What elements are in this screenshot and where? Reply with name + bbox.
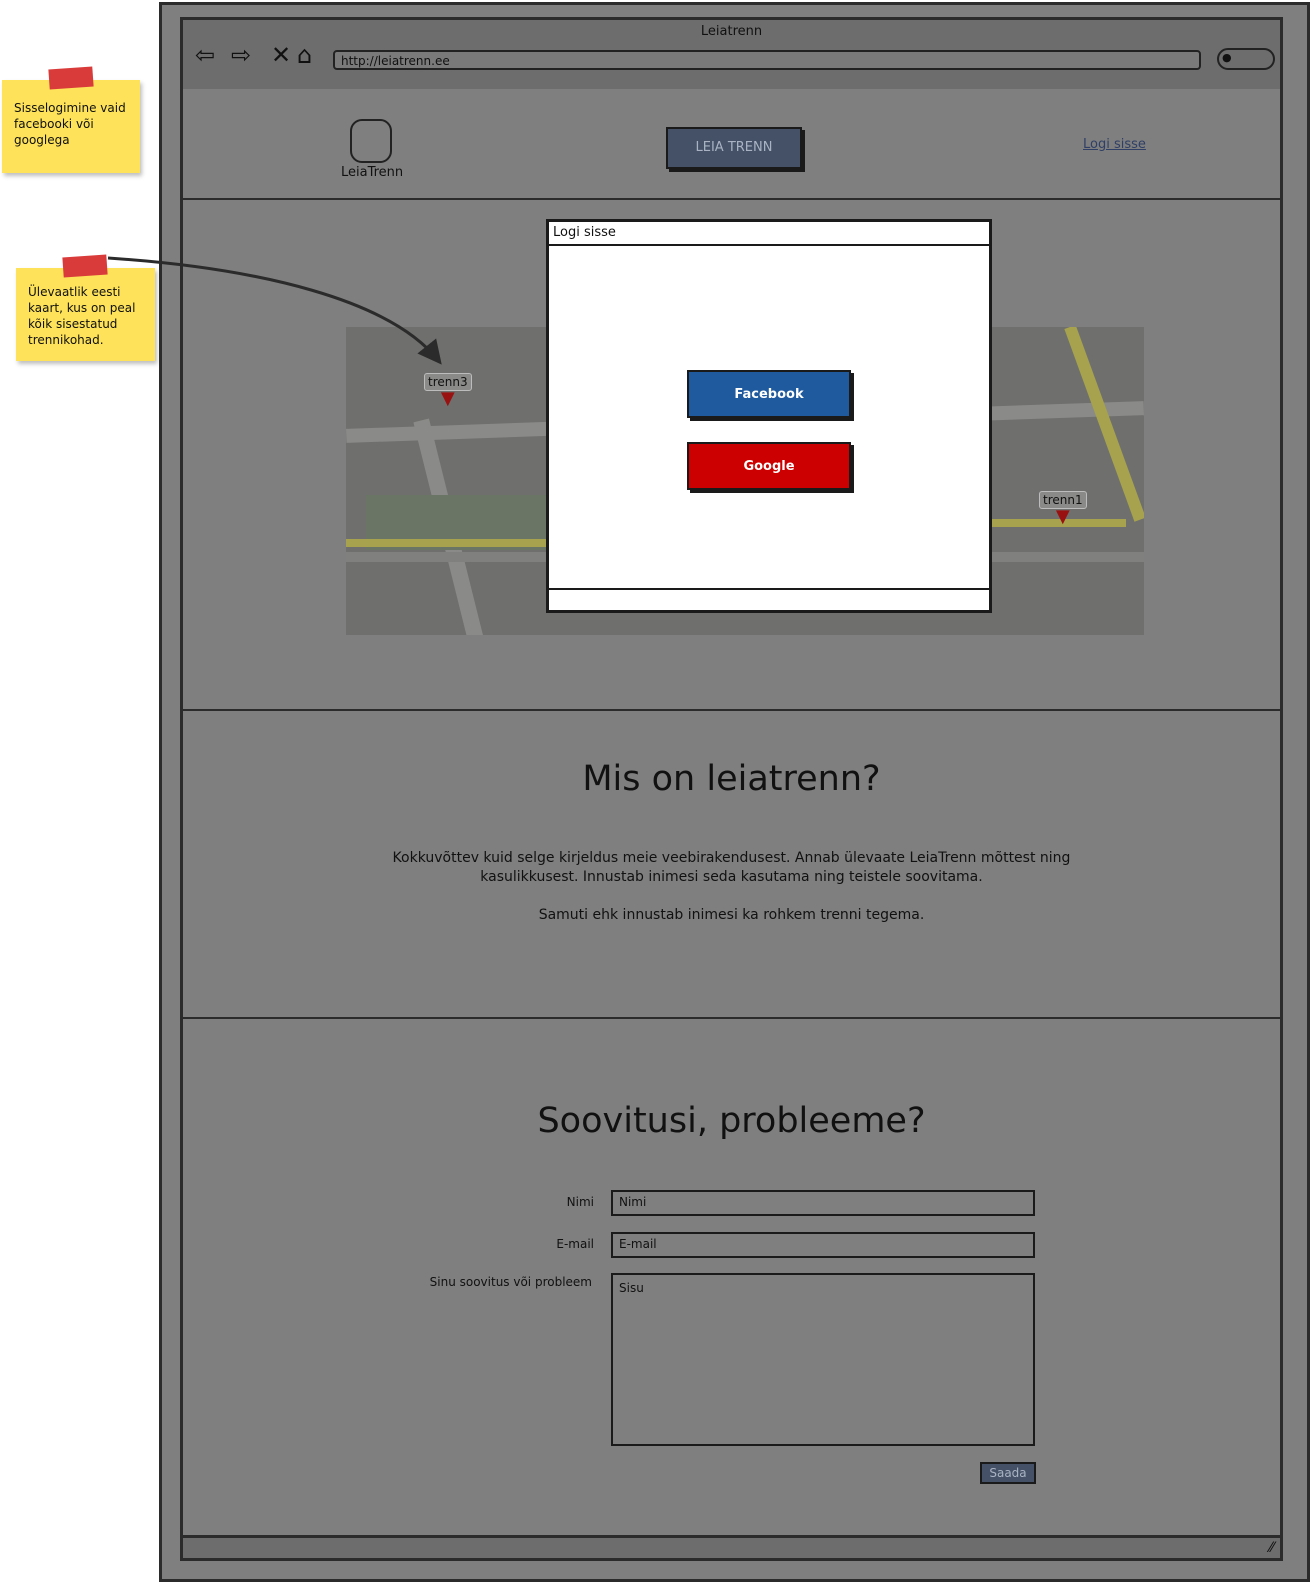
search-icon: ● bbox=[1222, 51, 1232, 64]
email-input[interactable]: E-mail bbox=[611, 1232, 1035, 1258]
login-modal: Logi sisse Facebook Google bbox=[546, 219, 992, 613]
modal-title: Logi sisse bbox=[549, 222, 989, 246]
map-pin-trenn1[interactable]: trenn1 ▼ bbox=[1039, 491, 1087, 527]
facebook-login-button[interactable]: Facebook bbox=[687, 370, 851, 418]
section-divider bbox=[183, 709, 1280, 711]
note-text: Sisselogimine vaid facebooki või googleg… bbox=[14, 101, 126, 147]
browser-toolbar: Leiatrenn ⇦ ⇨ ✕ ⌂ http://leiatrenn.ee ● bbox=[180, 17, 1283, 89]
status-bar: ⁄⁄ bbox=[180, 1535, 1283, 1561]
back-icon[interactable]: ⇦ bbox=[195, 42, 215, 68]
resize-grip-icon[interactable]: ⁄⁄ bbox=[1269, 1540, 1274, 1556]
modal-footer bbox=[549, 588, 989, 610]
about-text-line: kasulikkusest. Innustab inimesi seda kas… bbox=[480, 869, 983, 885]
name-label: Nimi bbox=[566, 1195, 594, 1209]
note-text: Ülevaatlik eesti kaart, kus on peal kõik… bbox=[28, 285, 136, 347]
feedback-title: Soovitusi, probleeme? bbox=[537, 1101, 926, 1141]
tape bbox=[48, 66, 94, 90]
sticky-note-login: Sisselogimine vaid facebooki või googleg… bbox=[2, 66, 140, 173]
about-text-line: Kokkuvõttev kuid selge kirjeldus meie ve… bbox=[392, 850, 1071, 866]
browser-window: Leiatrenn ⇦ ⇨ ✕ ⌂ http://leiatrenn.ee ● … bbox=[159, 2, 1310, 1582]
message-textarea[interactable]: Sisu bbox=[611, 1273, 1035, 1446]
address-bar[interactable]: http://leiatrenn.ee bbox=[333, 50, 1201, 70]
page-viewport: LeiaTrenn LEIA TRENN Logi sisse trenn3 ▼… bbox=[180, 89, 1283, 1535]
google-login-button[interactable]: Google bbox=[687, 442, 851, 490]
section-divider bbox=[183, 1017, 1280, 1019]
stop-icon[interactable]: ✕ bbox=[271, 42, 291, 68]
tape bbox=[62, 254, 108, 278]
map-highway bbox=[346, 539, 566, 547]
about-text-extra: Samuti ehk innustab inimesi ka rohkem tr… bbox=[538, 907, 925, 923]
browser-search-field[interactable]: ● bbox=[1217, 48, 1275, 70]
logo-text: LeiaTrenn bbox=[341, 165, 404, 180]
leia-trenn-button[interactable]: LEIA TRENN bbox=[666, 127, 802, 169]
pin-marker-icon: ▼ bbox=[1055, 506, 1070, 527]
about-title: Mis on leiatrenn? bbox=[582, 759, 881, 799]
forward-icon[interactable]: ⇨ bbox=[231, 42, 251, 68]
home-icon[interactable]: ⌂ bbox=[297, 42, 312, 68]
map-pin-trenn3[interactable]: trenn3 ▼ bbox=[424, 373, 472, 409]
logo-icon[interactable] bbox=[350, 119, 392, 163]
send-button[interactable]: Saada bbox=[980, 1462, 1036, 1484]
pin-marker-icon: ▼ bbox=[440, 388, 455, 409]
message-label: Sinu soovitus või probleem bbox=[429, 1275, 592, 1289]
window-title: Leiatrenn bbox=[700, 24, 763, 39]
login-link[interactable]: Logi sisse bbox=[1083, 137, 1146, 152]
header-divider bbox=[183, 198, 1280, 200]
email-label: E-mail bbox=[556, 1237, 594, 1251]
sticky-note-map: Ülevaatlik eesti kaart, kus on peal kõik… bbox=[16, 254, 155, 361]
name-input[interactable]: Nimi bbox=[611, 1190, 1035, 1216]
